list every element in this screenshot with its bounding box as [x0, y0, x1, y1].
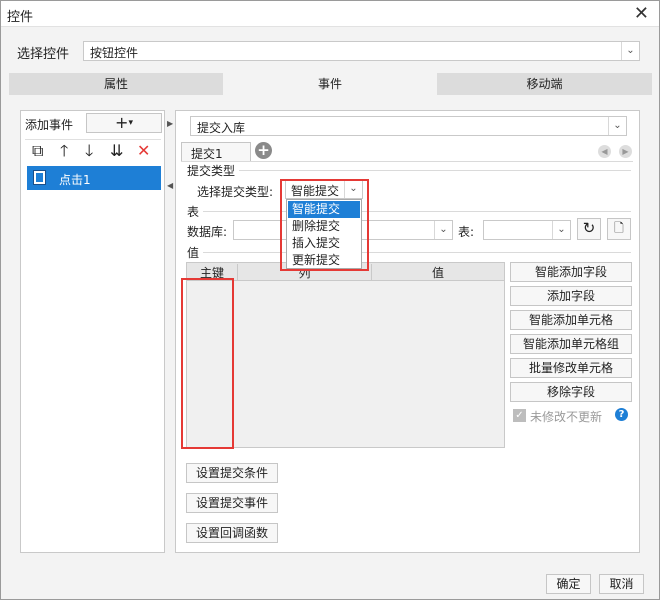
- set-submit-condition-button[interactable]: 设置提交条件: [186, 463, 278, 483]
- help-icon[interactable]: ?: [615, 408, 628, 421]
- remove-field-button[interactable]: 移除字段: [510, 382, 632, 402]
- tab-prev-icon[interactable]: ◀: [598, 145, 611, 158]
- event-item-label: 点击1: [59, 173, 91, 187]
- table-section-title: 表: [187, 205, 200, 219]
- highlight-box-primary-key: [181, 278, 234, 449]
- widget-select[interactable]: 按钮控件 ⌄: [83, 41, 640, 61]
- chevron-down-icon[interactable]: ⌄: [552, 221, 570, 239]
- event-item-click1[interactable]: 点击1: [27, 166, 161, 190]
- chevron-down-icon[interactable]: ⌄: [434, 221, 452, 239]
- copy-icon[interactable]: ⧉: [32, 142, 43, 160]
- smart-add-cell-button[interactable]: 智能添加单元格: [510, 310, 632, 330]
- column-header-value[interactable]: 值: [371, 264, 504, 281]
- action-select-value: 提交入库: [197, 121, 246, 135]
- database-label: 数据库:: [187, 225, 228, 239]
- refresh-icon: ↻: [582, 219, 596, 237]
- arrow-up-icon[interactable]: 🡑: [60, 142, 68, 160]
- tab-mobile[interactable]: 移动端: [437, 73, 652, 95]
- unmodified-checkbox-label: 未修改不更新: [530, 410, 603, 424]
- delete-icon[interactable]: ✕: [137, 142, 150, 160]
- smart-add-cell-group-button[interactable]: 智能添加单元格组: [510, 334, 632, 354]
- set-callback-function-button[interactable]: 设置回调函数: [186, 523, 278, 543]
- submit-type-label: 选择提交类型:: [197, 185, 274, 199]
- arrow-down-icon[interactable]: 🡓: [85, 142, 93, 160]
- widget-select-label: 选择控件: [17, 47, 70, 62]
- event-icon: [33, 170, 46, 185]
- title-bar: 控件 ✕: [1, 1, 659, 27]
- add-event-label: 添加事件: [25, 118, 74, 132]
- collapse-left-icon[interactable]: ◀: [167, 181, 173, 190]
- add-event-button[interactable]: +▾: [86, 113, 162, 133]
- tab-next-icon[interactable]: ▶: [619, 145, 632, 158]
- collapse-right-icon[interactable]: ▶: [167, 119, 173, 128]
- window-title: 控件: [7, 10, 34, 25]
- preview-button[interactable]: 🗋: [607, 218, 631, 240]
- value-section-title: 值: [187, 246, 200, 260]
- cancel-button[interactable]: 取消: [599, 574, 644, 594]
- move-to-bottom-icon[interactable]: ⇊: [110, 142, 123, 160]
- smart-add-field-button[interactable]: 智能添加字段: [510, 262, 632, 282]
- ok-button[interactable]: 确定: [546, 574, 591, 594]
- batch-modify-cells-button[interactable]: 批量修改单元格: [510, 358, 632, 378]
- submit-type-section-title: 提交类型: [187, 164, 236, 178]
- chevron-down-icon[interactable]: ⌄: [608, 117, 626, 135]
- close-icon[interactable]: ✕: [634, 3, 649, 24]
- preview-icon: 🗋: [614, 221, 624, 235]
- action-select[interactable]: 提交入库 ⌄: [190, 116, 627, 136]
- widget-select-value: 按钮控件: [90, 46, 139, 60]
- tab-submit1[interactable]: 提交1: [181, 142, 251, 161]
- widget-dialog: 控件 ✕ 选择控件 按钮控件 ⌄ 属性 事件 移动端 添加事件 +▾ ⧉ 🡑 🡓…: [0, 0, 660, 600]
- add-tab-icon[interactable]: +: [255, 142, 272, 159]
- refresh-button[interactable]: ↻: [577, 218, 601, 240]
- highlight-box-submit-type: [280, 179, 369, 271]
- set-submit-event-button[interactable]: 设置提交事件: [186, 493, 278, 513]
- table-label: 表:: [458, 225, 475, 239]
- tab-properties[interactable]: 属性: [9, 73, 223, 95]
- tab-events[interactable]: 事件: [223, 73, 437, 95]
- add-field-button[interactable]: 添加字段: [510, 286, 632, 306]
- table-select[interactable]: ⌄: [483, 220, 571, 240]
- chevron-down-icon[interactable]: ⌄: [621, 42, 639, 60]
- unmodified-checkbox[interactable]: ✓: [513, 409, 526, 422]
